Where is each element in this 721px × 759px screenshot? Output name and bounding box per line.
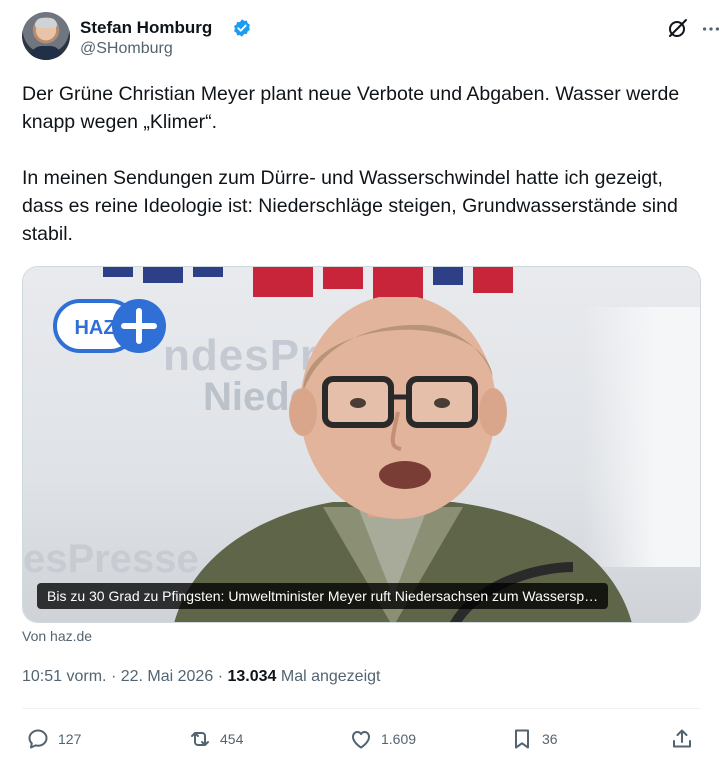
- reply-button[interactable]: 127: [26, 724, 81, 754]
- bookmark-icon: [515, 729, 529, 749]
- svg-text:HAZ: HAZ: [74, 317, 115, 339]
- share-button[interactable]: [670, 724, 702, 754]
- verified-badge-icon[interactable]: [232, 18, 252, 38]
- haz-logo: HAZ: [53, 299, 166, 353]
- more-icon[interactable]: [700, 18, 721, 40]
- person-photo: [174, 297, 632, 622]
- avatar[interactable]: [22, 12, 70, 60]
- link-card[interactable]: ndesPresse Niedersach esPresse HAZ: [22, 266, 701, 623]
- card-image: ndesPresse Niedersach esPresse HAZ: [23, 267, 700, 622]
- tweet-date[interactable]: 22. Mai 2026: [121, 668, 214, 685]
- author-handle[interactable]: @SHomburg: [80, 40, 173, 58]
- bookmark-count: 36: [542, 731, 558, 747]
- divider: [22, 708, 701, 709]
- reply-count: 127: [58, 731, 82, 747]
- share-icon: [673, 729, 691, 748]
- tweet-meta: 10:51 vorm. · 22. Mai 2026 · 13.034 Mal …: [22, 668, 381, 685]
- author-name[interactable]: Stefan Homburg: [80, 18, 212, 38]
- tweet-text: Der Grüne Christian Meyer plant neue Ver…: [22, 83, 680, 245]
- view-count: 13.034: [227, 668, 277, 685]
- like-button[interactable]: 1.609: [349, 724, 416, 754]
- card-source[interactable]: Von haz.de: [22, 628, 92, 644]
- like-count: 1.609: [381, 731, 417, 747]
- tweet-header: Stefan Homburg @SHomburg: [22, 12, 720, 64]
- tweet-time[interactable]: 10:51 vorm.: [22, 668, 106, 685]
- view-count-label: Mal angezeigt: [280, 668, 381, 685]
- repost-icon: [191, 732, 209, 746]
- bookmark-button[interactable]: 36: [510, 724, 558, 754]
- repost-button[interactable]: 454: [188, 724, 243, 754]
- action-bar: 127 454 1.609 36: [22, 724, 701, 754]
- grok-icon[interactable]: [666, 16, 690, 40]
- like-icon: [352, 731, 370, 749]
- reply-icon: [28, 729, 48, 749]
- card-caption[interactable]: Bis zu 30 Grad zu Pfingsten: Umweltminis…: [37, 583, 609, 609]
- repost-count: 454: [220, 731, 244, 747]
